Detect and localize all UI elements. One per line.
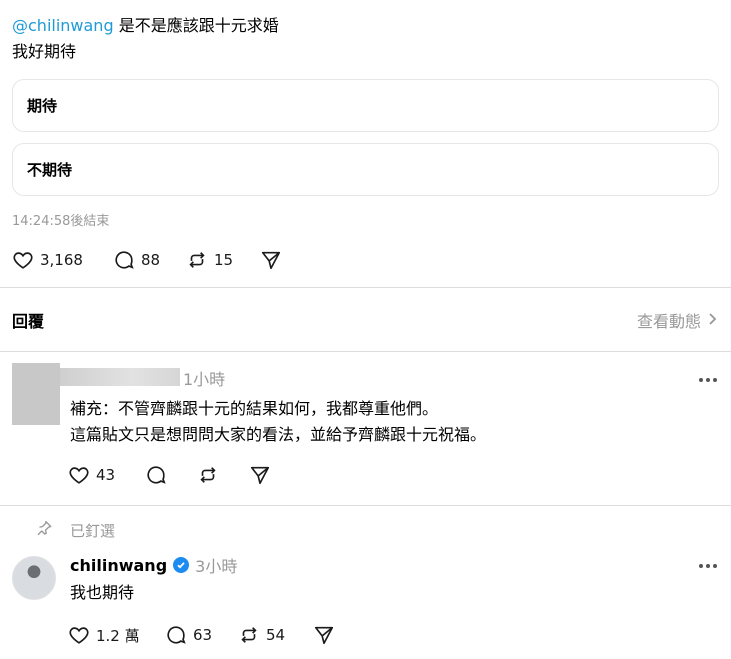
post-subtitle: 我好期待 (12, 42, 77, 61)
repost-button[interactable]: 54 (238, 624, 285, 646)
comment-button[interactable]: 63 (165, 624, 212, 646)
comment-icon (113, 249, 135, 271)
poll-option-label: 不期待 (27, 161, 73, 179)
send-icon (313, 624, 335, 646)
like-count: 43 (96, 466, 116, 484)
verified-badge-icon (173, 557, 190, 573)
comment-icon (145, 464, 167, 486)
redacted-username (60, 368, 180, 386)
repost-icon (186, 249, 208, 271)
more-options-button[interactable] (699, 378, 717, 382)
comment-count: 88 (141, 251, 161, 269)
chevron-right-icon (707, 311, 717, 330)
poll-option-2[interactable]: 不期待 (12, 143, 719, 196)
pinned-label: 已釘選 (70, 522, 116, 540)
replies-header: 回覆 (12, 312, 45, 331)
comment-button[interactable]: 88 (113, 249, 160, 271)
repost-button[interactable]: 15 (186, 249, 233, 271)
username[interactable]: chilinwang (70, 556, 167, 575)
redacted-avatar (12, 363, 60, 425)
post-question: 是不是應該跟十元求婚 (113, 16, 279, 35)
send-icon (249, 464, 271, 486)
avatar[interactable] (12, 556, 56, 600)
send-icon (260, 249, 282, 271)
more-options-button[interactable] (699, 564, 717, 568)
divider (0, 351, 731, 352)
post-text-line1: @chilinwang 是不是應該跟十元求婚 (12, 15, 279, 37)
comment-button[interactable] (145, 464, 167, 486)
poll-end-time: 14:24:58後結束 (12, 214, 110, 229)
like-button[interactable]: 43 (68, 464, 115, 486)
reply-author: chilinwang 3小時 (70, 553, 237, 577)
like-count: 1.2 萬 (96, 626, 140, 645)
heart-icon (68, 624, 90, 646)
repost-icon (197, 464, 219, 486)
divider (0, 287, 731, 288)
view-activity-link[interactable]: 查看動態 (637, 308, 717, 332)
mention-link[interactable]: @chilinwang (12, 16, 114, 35)
reply-time: 3小時 (195, 557, 238, 576)
poll-option-1[interactable]: 期待 (12, 79, 719, 132)
reply-text-line1: 補充：不管齊麟跟十元的結果如何，我都尊重他們。 (70, 399, 439, 418)
like-count: 3,168 (40, 251, 83, 269)
pin-icon (35, 519, 53, 541)
repost-button[interactable] (197, 464, 219, 486)
comment-count: 63 (193, 626, 213, 644)
heart-icon (68, 464, 90, 486)
like-button[interactable]: 1.2 萬 (68, 624, 140, 646)
repost-count: 54 (266, 626, 286, 644)
view-activity-label: 查看動態 (636, 312, 701, 331)
comment-icon (165, 624, 187, 646)
divider (0, 505, 731, 506)
heart-icon (12, 249, 34, 271)
repost-count: 15 (214, 251, 234, 269)
share-button[interactable] (249, 464, 271, 486)
share-button[interactable] (313, 624, 335, 646)
repost-icon (238, 624, 260, 646)
reply-time: 1小時 (183, 370, 226, 389)
poll-option-label: 期待 (27, 97, 58, 115)
reply-text: 我也期待 (70, 583, 135, 602)
like-button[interactable]: 3,168 (12, 249, 83, 271)
share-button[interactable] (260, 249, 282, 271)
reply-text-line2: 這篇貼文只是想問問大家的看法，並給予齊麟跟十元祝福。 (70, 425, 487, 444)
